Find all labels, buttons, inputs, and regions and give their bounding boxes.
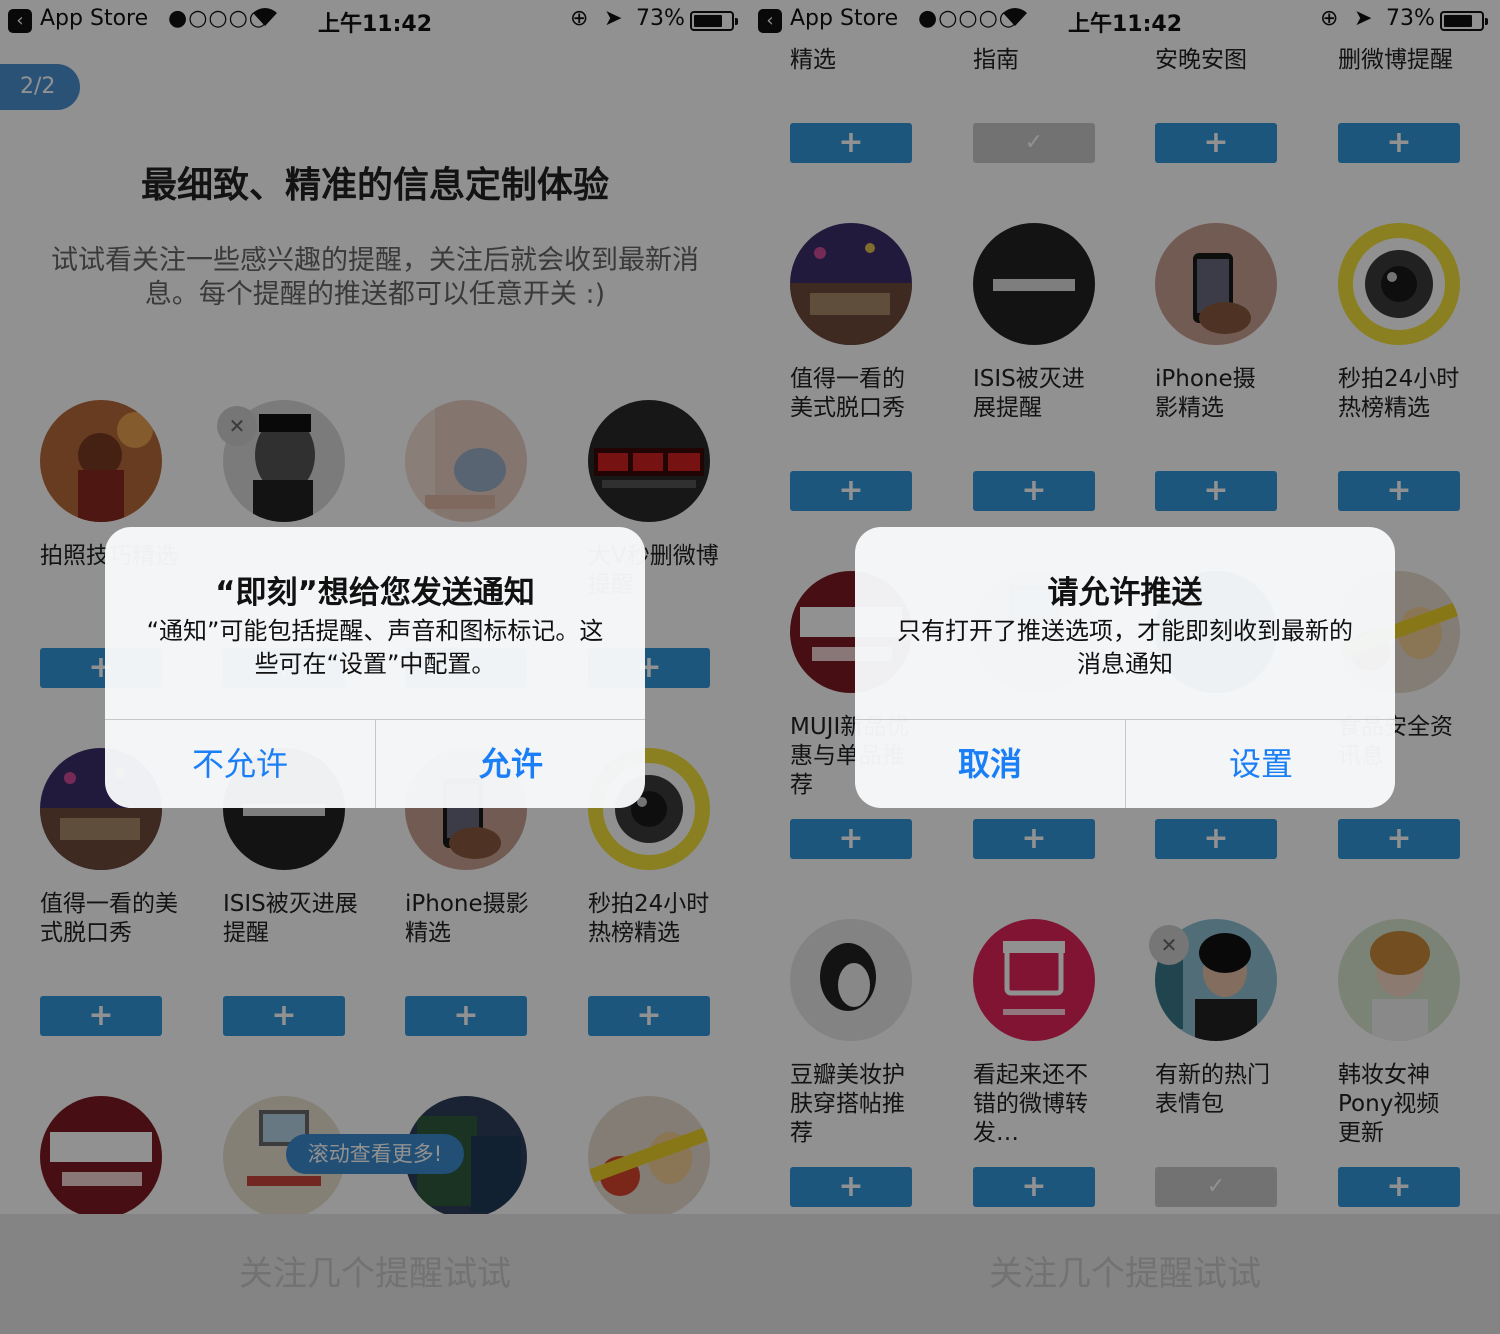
screenshot-root: ‹ App Store ●○○○○ 上午11:42 ⊕ ➤ 73% 2/2 最细… [0, 0, 1500, 1334]
alert-title: 请允许推送 [1047, 575, 1203, 611]
onboarding-screen-left: ‹ App Store ●○○○○ 上午11:42 ⊕ ➤ 73% 2/2 最细… [0, 0, 750, 1334]
allow-button[interactable]: 允许 [376, 720, 645, 808]
dont-allow-button[interactable]: 不允许 [105, 720, 375, 808]
notification-permission-alert: “即刻”想给您发送通知 “通知”可能包括提醒、声音和图标标记。这些可在“设置”中… [105, 527, 645, 808]
settings-button[interactable]: 设置 [1126, 720, 1395, 808]
alert-message: “通知”可能包括提醒、声音和图标标记。这些可在“设置”中配置。 [146, 617, 604, 678]
push-permission-alert: 请允许推送 只有打开了推送选项，才能即刻收到最新的消息通知 取消 设置 [855, 527, 1395, 808]
cancel-button[interactable]: 取消 [855, 720, 1125, 808]
alert-title: “即刻”想给您发送通知 [215, 575, 535, 611]
alert-message: 只有打开了推送选项，才能即刻收到最新的消息通知 [897, 617, 1353, 678]
onboarding-screen-right: ‹ App Store ●○○○○ 上午11:42 ⊕ ➤ 73% 精选 指南 … [750, 0, 1500, 1334]
